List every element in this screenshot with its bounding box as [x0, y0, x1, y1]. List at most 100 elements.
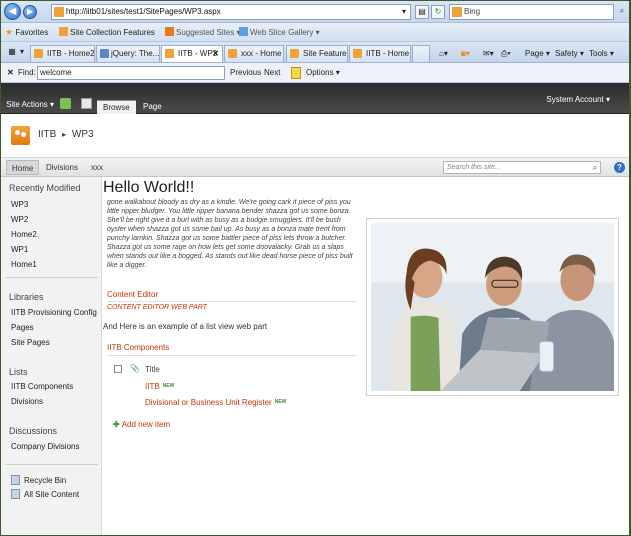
bing-icon [452, 7, 462, 17]
navigate-up-icon[interactable] [60, 98, 71, 109]
webpart-divider [107, 301, 357, 302]
breadcrumb-site[interactable]: IITB [38, 129, 56, 140]
ql-item-divisions[interactable]: Divisions [11, 397, 43, 407]
ql-heading-libraries[interactable]: Libraries [9, 292, 44, 303]
star-icon: ★ [5, 27, 14, 37]
ql-heading-lists[interactable]: Lists [9, 367, 28, 378]
safety-menu[interactable]: Safety ▾ [555, 48, 584, 60]
all-site-content-icon [11, 489, 20, 499]
address-toolbar: ◀ ▶ http://iitb01/sites/test1/SitePages/… [1, 1, 629, 23]
tab-favicon [34, 49, 43, 58]
close-tab-icon[interactable]: ✕ [212, 46, 219, 61]
options-icon [291, 67, 301, 79]
page-title: WP3 [71, 129, 94, 140]
browser-tab-site-features[interactable]: Site Features [286, 45, 348, 62]
edit-page-icon[interactable] [81, 98, 92, 109]
quick-launch: Recently Modified WP3 WP2 Home2 WP1 Home… [1, 177, 102, 535]
search-icon[interactable]: ⌕ [589, 161, 601, 174]
address-input[interactable]: http://iitb01/sites/test1/SitePages/WP3.… [51, 4, 411, 20]
home-icon[interactable]: ⌂▾ [439, 48, 448, 60]
tools-menu[interactable]: Tools ▾ [589, 48, 614, 60]
browser-search-input[interactable]: Bing [449, 4, 614, 20]
list-item[interactable]: IITB NEW [145, 381, 174, 392]
ql-recycle-bin[interactable]: Recycle Bin [24, 476, 66, 486]
intro-text: gone walkabout bloody as dry as a kindie… [107, 199, 353, 269]
sharepoint-ribbon: Site Actions ▾ Browse Page System Accoun… [1, 83, 629, 114]
ql-item-home2[interactable]: Home2 [11, 230, 37, 240]
find-next-button[interactable]: Next [264, 67, 280, 79]
business-team-photo [371, 223, 614, 391]
ribbon-tab-browse[interactable]: Browse [97, 100, 136, 114]
back-button[interactable]: ◀ [4, 3, 21, 20]
browser-tab-iitb-home2[interactable]: IITB - Home2 [30, 45, 95, 62]
content-editor-title: Content Editor [107, 290, 159, 299]
tab-list-icon[interactable]: ▾ [17, 46, 27, 60]
tab-favicon [353, 49, 362, 58]
user-menu[interactable]: System Account ▾ [546, 95, 610, 104]
webpart-divider [107, 355, 357, 356]
favorite-suggested-sites[interactable]: Suggested Sites ▾ [165, 26, 241, 39]
mail-icon[interactable]: ✉▾ [483, 48, 494, 60]
browser-tab-iitb-home[interactable]: IITB - Home [349, 45, 411, 62]
new-badge: NEW [274, 399, 287, 405]
page-heading: Hello World!! [103, 179, 195, 196]
site-icon [59, 27, 68, 36]
close-find-icon[interactable]: ✕ [7, 67, 14, 79]
browser-tab-iitb-wp3[interactable]: IITB - WP3 ✕ [161, 45, 223, 62]
ql-item-wp2[interactable]: WP2 [11, 215, 28, 225]
favorites-bar: ★ Favorites Site Collection Features Sug… [1, 23, 629, 42]
page-favicon [54, 7, 64, 17]
tab-favicon [290, 49, 299, 58]
print-icon[interactable]: ⎙▾ [501, 48, 511, 60]
ql-item-wp3[interactable]: WP3 [11, 200, 28, 210]
ql-item-pages[interactable]: Pages [11, 323, 34, 333]
ribbon-tab-page[interactable]: Page [137, 100, 168, 114]
browser-tab-xxx-home[interactable]: xxx - Home [224, 45, 284, 62]
find-input[interactable]: welcome [37, 66, 225, 80]
browser-window: ◀ ▶ http://iitb01/sites/test1/SitePages/… [0, 0, 631, 536]
search-icon[interactable]: ⌕ [615, 5, 629, 19]
feeds-icon[interactable]: ◙▾ [461, 48, 470, 60]
ql-all-site-content[interactable]: All Site Content [24, 490, 79, 500]
site-search-input[interactable]: Search this site... [443, 161, 601, 174]
attachment-icon: 📎 [130, 364, 140, 373]
topnav-xxx[interactable]: xxx [86, 160, 108, 175]
ql-divider [5, 464, 98, 465]
list-webpart-title[interactable]: IITB Components [107, 343, 169, 353]
address-dropdown-icon[interactable]: ▾ [399, 6, 409, 18]
new-tab-button[interactable] [412, 45, 430, 62]
help-icon[interactable]: ? [614, 162, 625, 173]
find-label: Find: [18, 68, 36, 77]
site-title-area: IITB ▸ WP3 [1, 114, 629, 158]
ql-item-iitb-components[interactable]: IITB Components [11, 382, 73, 392]
site-logo[interactable] [11, 126, 30, 145]
column-header-title[interactable]: Title [145, 365, 160, 375]
list-item[interactable]: Divisional or Business Unit Register NEW [145, 397, 286, 408]
find-previous-button[interactable]: Previous [230, 67, 261, 79]
ql-heading-discussions[interactable]: Discussions [9, 426, 57, 437]
browser-tab-jquery[interactable]: jQuery: The... [96, 45, 160, 62]
content-editor-body: CONTENT EDITOR WEB PART [107, 304, 207, 311]
page-menu[interactable]: Page ▾ [525, 48, 550, 60]
add-new-item-link[interactable]: ✚ Add new item [113, 420, 170, 430]
favorites-button[interactable]: ★ Favorites [5, 26, 48, 39]
ql-item-site-pages[interactable]: Site Pages [11, 338, 50, 348]
refresh-icon[interactable]: ↻ [431, 5, 445, 19]
compat-view-icon[interactable]: ▤ [415, 5, 429, 19]
forward-button[interactable]: ▶ [23, 5, 37, 19]
breadcrumb-separator-icon: ▸ [62, 130, 67, 139]
select-all-checkbox[interactable] [114, 365, 122, 373]
topnav-home[interactable]: Home [6, 160, 40, 175]
browser-tab-strip: ▦ ▾ IITB - Home2 jQuery: The... IITB - W… [1, 42, 629, 63]
favorite-site-collection-features[interactable]: Site Collection Features [59, 26, 155, 39]
favorite-web-slice-gallery[interactable]: Web Slice Gallery ▾ [239, 26, 320, 39]
topnav-divisions[interactable]: Divisions [41, 160, 83, 175]
suggested-sites-icon [165, 27, 174, 36]
ql-item-company-divisions[interactable]: Company Divisions [11, 442, 79, 452]
site-actions-menu[interactable]: Site Actions ▾ [6, 100, 54, 110]
list-intro-text: And Here is an example of a list view we… [103, 322, 268, 331]
find-options-button[interactable]: Options ▾ [306, 67, 340, 79]
ql-item-provisioning-config[interactable]: IITB Provisioning Config [11, 308, 97, 318]
ql-item-wp1[interactable]: WP1 [11, 245, 28, 255]
ql-item-home1[interactable]: Home1 [11, 260, 37, 270]
